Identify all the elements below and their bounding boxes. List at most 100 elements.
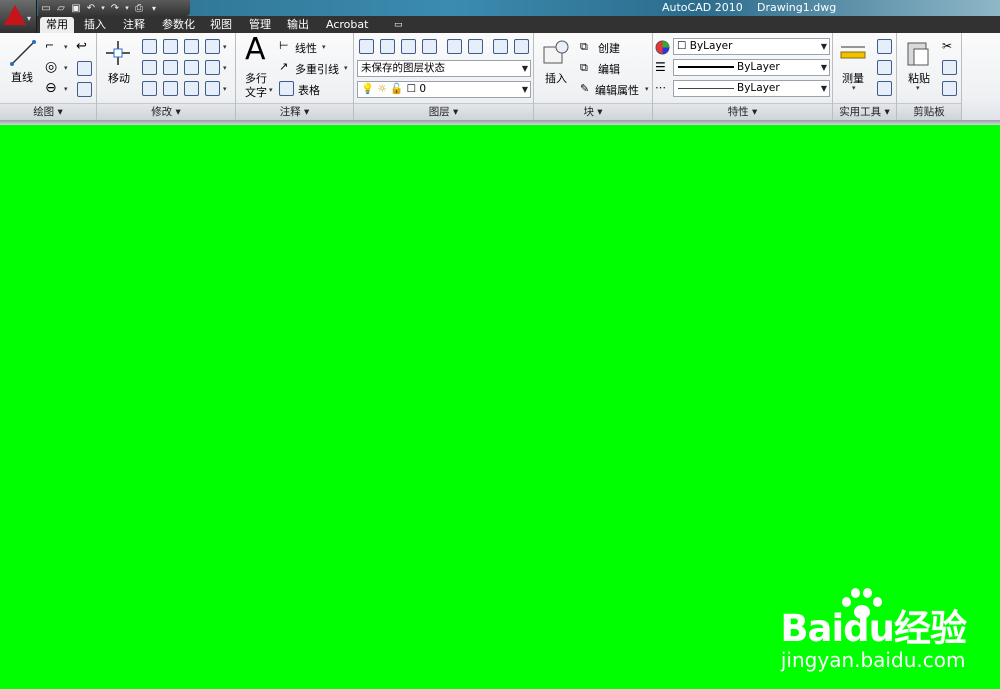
color-dropdown[interactable]: ☐ ByLayer ▼ — [673, 38, 830, 55]
break-icon[interactable] — [205, 60, 220, 75]
panel-title-annotation[interactable]: 注释 ▾ — [236, 103, 353, 120]
multileader-icon[interactable]: ↗ — [279, 60, 294, 75]
edit-block-icon[interactable]: ⧉ — [580, 61, 595, 76]
multileader-label[interactable]: 多重引线 — [295, 61, 339, 77]
redo-icon[interactable]: ↷ — [109, 3, 121, 14]
offset-icon[interactable] — [205, 81, 220, 96]
polyline-icon[interactable]: ⌐ — [45, 39, 60, 54]
erase-icon[interactable] — [205, 39, 220, 54]
panel-title-clipboard[interactable]: 剪贴板 — [897, 103, 961, 120]
plot-icon[interactable]: ⎙ — [133, 3, 145, 14]
table-icon[interactable] — [279, 81, 294, 96]
tab-home[interactable]: 常用 — [40, 17, 74, 33]
hatch-icon[interactable] — [77, 82, 92, 97]
open-icon[interactable]: ▱ — [55, 3, 67, 14]
explode-icon[interactable] — [184, 60, 199, 75]
chevron-down-icon[interactable]: ▾ — [64, 64, 68, 72]
match-properties-icon[interactable] — [942, 81, 957, 96]
tab-output[interactable]: 输出 — [281, 17, 315, 33]
cut-icon[interactable]: ✂ — [942, 39, 957, 54]
ribbon-minimize-icon[interactable]: ▭ — [388, 17, 409, 33]
select-similar-icon[interactable] — [877, 60, 892, 75]
layer-state-dropdown[interactable]: 未保存的图层状态 ▼ — [357, 60, 531, 77]
quick-select-icon[interactable] — [877, 39, 892, 54]
linetype-dropdown[interactable]: ByLayer ▼ — [673, 59, 830, 76]
more-icon[interactable]: ▾ — [148, 3, 160, 14]
layer-match-icon[interactable] — [380, 39, 395, 54]
tab-parametric[interactable]: 参数化 — [156, 17, 201, 33]
edit-attributes-icon[interactable]: ✎ — [580, 82, 595, 97]
paste-icon[interactable] — [906, 39, 930, 67]
rectangle-icon[interactable] — [77, 61, 92, 76]
rotate-icon[interactable] — [163, 39, 178, 54]
application-menu-button[interactable]: ▾ — [0, 0, 37, 33]
calculator-icon[interactable] — [877, 81, 892, 96]
arc-icon[interactable]: ↩ — [76, 39, 91, 54]
stretch-icon[interactable] — [142, 81, 157, 96]
redo-dropdown-icon[interactable]: ▾ — [124, 3, 130, 14]
tab-insert[interactable]: 插入 — [78, 17, 112, 33]
table-label[interactable]: 表格 — [298, 82, 320, 98]
linetype-icon[interactable]: ⋯ — [655, 82, 670, 97]
mtext-label-line2[interactable]: 文字 — [245, 84, 267, 100]
layer-lock-icon[interactable] — [493, 39, 508, 54]
move-icon[interactable] — [105, 40, 131, 66]
fillet-icon[interactable] — [163, 60, 178, 75]
mtext-icon[interactable]: A — [245, 33, 266, 67]
layer-isolate-icon[interactable] — [422, 39, 437, 54]
copy-object-icon[interactable] — [142, 39, 157, 54]
trim-icon[interactable] — [184, 39, 199, 54]
tab-manage[interactable]: 管理 — [243, 17, 277, 33]
circle-icon[interactable]: ◎ — [45, 60, 60, 75]
panel-title-modify[interactable]: 修改 ▾ — [97, 103, 235, 120]
panel-title-utilities[interactable]: 实用工具 ▾ — [833, 103, 896, 120]
array-icon[interactable] — [184, 81, 199, 96]
layer-previous-icon[interactable] — [401, 39, 416, 54]
chevron-down-icon[interactable]: ▾ — [322, 43, 326, 51]
new-icon[interactable]: ▭ — [40, 3, 52, 14]
chevron-down-icon[interactable]: ▾ — [64, 43, 68, 51]
chevron-down-icon[interactable]: ▾ — [852, 84, 856, 92]
layer-properties-icon[interactable] — [359, 39, 374, 54]
measure-icon[interactable] — [839, 43, 867, 61]
lineweight-dropdown[interactable]: ByLayer ▼ — [673, 80, 830, 97]
chevron-down-icon[interactable]: ▾ — [223, 43, 227, 51]
layer-freeze-icon[interactable] — [447, 39, 462, 54]
insert-label[interactable]: 插入 — [545, 70, 567, 86]
tab-view[interactable]: 视图 — [204, 17, 238, 33]
undo-icon[interactable]: ↶ — [85, 3, 97, 14]
layer-unlock-icon[interactable] — [514, 39, 529, 54]
tab-acrobat[interactable]: Acrobat — [320, 17, 374, 33]
copy-clip-icon[interactable] — [942, 60, 957, 75]
chevron-down-icon[interactable]: ▾ — [64, 85, 68, 93]
panel-title-layers[interactable]: 图层 ▾ — [354, 103, 533, 120]
linear-dimension-icon[interactable]: ⊢ — [279, 39, 294, 54]
chevron-down-icon[interactable]: ▾ — [344, 64, 348, 72]
panel-title-draw[interactable]: 绘图 ▾ — [0, 103, 96, 120]
create-block-icon[interactable]: ⧉ — [580, 40, 595, 55]
chevron-down-icon[interactable]: ▾ — [916, 84, 920, 92]
layer-dropdown[interactable]: 💡 ☼ 🔓 ☐ 0 ▼ — [357, 81, 531, 98]
edit-label[interactable]: 编辑 — [598, 61, 620, 77]
ellipse-icon[interactable]: ⊖ — [45, 81, 60, 96]
lineweight-icon[interactable]: ☰ — [655, 61, 670, 76]
chevron-down-icon[interactable]: ▾ — [223, 85, 227, 93]
chevron-down-icon[interactable]: ▾ — [645, 85, 649, 93]
move-label[interactable]: 移动 — [108, 70, 130, 86]
edit-attributes-label[interactable]: 编辑属性 — [595, 82, 639, 98]
linear-label[interactable]: 线性 — [295, 40, 317, 56]
undo-dropdown-icon[interactable]: ▾ — [100, 3, 106, 14]
mirror-icon[interactable] — [142, 60, 157, 75]
create-label[interactable]: 创建 — [598, 40, 620, 56]
color-wheel-icon[interactable] — [655, 40, 670, 55]
layer-off-icon[interactable] — [468, 39, 483, 54]
panel-title-block[interactable]: 块 ▾ — [534, 103, 652, 120]
save-icon[interactable]: ▣ — [70, 3, 82, 14]
tab-annotate[interactable]: 注释 — [117, 17, 151, 33]
line-label[interactable]: 直线 — [11, 69, 33, 85]
scale-icon[interactable] — [163, 81, 178, 96]
chevron-down-icon[interactable]: ▾ — [269, 86, 273, 94]
panel-title-properties[interactable]: 特性 ▾ — [653, 103, 832, 120]
insert-block-icon[interactable] — [542, 39, 570, 67]
chevron-down-icon[interactable]: ▾ — [223, 64, 227, 72]
